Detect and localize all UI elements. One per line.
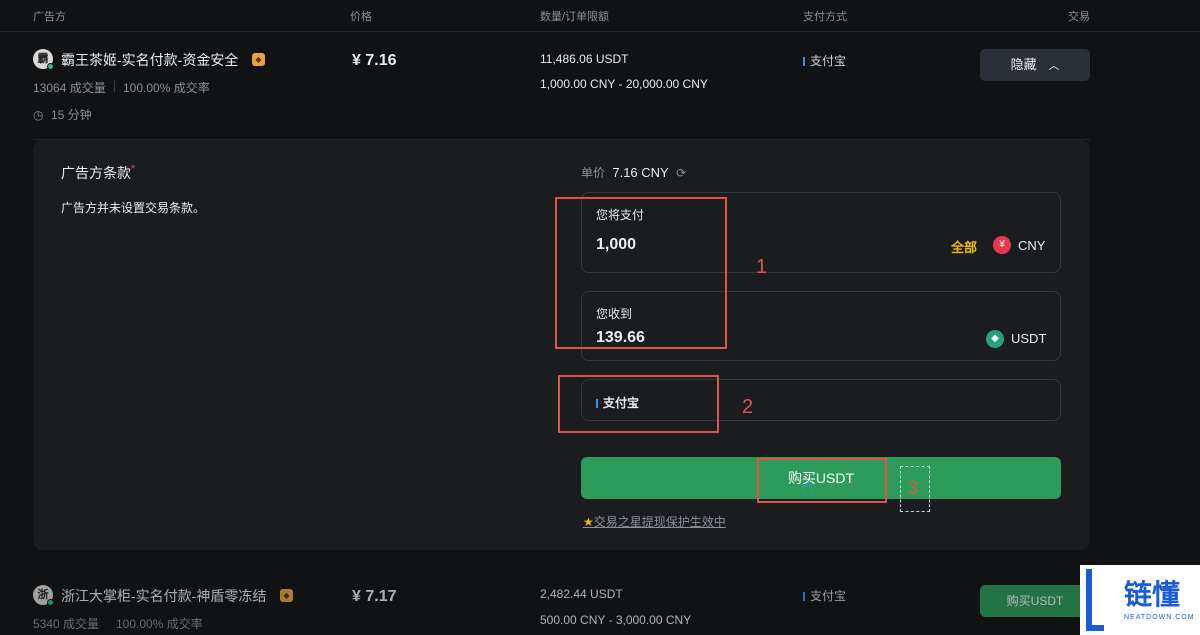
- hand-cursor-icon: ☝: [801, 475, 815, 500]
- pay-currency: CNY: [1018, 238, 1046, 253]
- available-amount: 11,486.06 USDT: [540, 52, 629, 66]
- cny-currency-icon: ¥: [993, 236, 1011, 254]
- payment-method: 支付宝: [803, 52, 846, 69]
- merchant-badge-icon: ◆: [252, 53, 265, 66]
- advertiser-avatar[interactable]: 浙: [33, 585, 54, 606]
- receive-currency: USDT: [1011, 331, 1047, 346]
- col-price: 价格: [350, 11, 372, 23]
- trade-volume: 5340 成交量: [33, 617, 100, 631]
- payment-method: 支付宝: [803, 587, 846, 604]
- clock-icon: ◷: [33, 108, 44, 122]
- completion-rate: 100.00% 成交率: [123, 81, 210, 95]
- refresh-icon[interactable]: ⟳: [676, 166, 686, 180]
- annotation-2: 2: [742, 396, 754, 418]
- all-button[interactable]: 全部: [951, 237, 977, 256]
- hide-button[interactable]: 隐藏 ︿: [980, 49, 1090, 81]
- chevron-up-icon: ︿: [1048, 60, 1060, 72]
- star-icon: ★: [583, 515, 594, 529]
- unit-price: 单价 7.16 CNY ⟳: [581, 165, 687, 180]
- annotation-3: 3: [908, 478, 919, 498]
- buy-usdt-button[interactable]: 购买USDT: [980, 585, 1090, 617]
- col-trade: 交易: [1068, 11, 1090, 23]
- online-indicator: [47, 63, 54, 70]
- divider: [114, 80, 115, 92]
- merchant-badge-icon: ◆: [280, 589, 293, 602]
- usdt-currency-icon: ◆: [986, 330, 1004, 348]
- highlight-box-2: [558, 375, 719, 433]
- terms-title: 广告方条款*: [61, 163, 136, 181]
- table-header: 广告方 价格 数量/订单限额 支付方式 交易: [0, 0, 1200, 32]
- watermark-text: 链懂: [1124, 579, 1181, 610]
- annotation-1: 1: [756, 256, 768, 278]
- col-quantity: 数量/订单限额: [540, 11, 610, 23]
- advertiser-name[interactable]: 浙江大掌柜-实名付款-神盾零冻结: [61, 586, 266, 606]
- protection-note[interactable]: ★交易之星提现保护生效中: [583, 513, 726, 530]
- time-limit: ◷ 15 分钟: [33, 108, 92, 122]
- ad-price: ¥ 7.17: [352, 588, 397, 605]
- col-advertiser: 广告方: [33, 11, 66, 23]
- completion-rate: 100.00% 成交率: [116, 617, 203, 631]
- watermark-logo: 链懂 NEATDOWN.COM: [1080, 565, 1200, 635]
- advertiser-avatar[interactable]: 霸: [33, 49, 54, 70]
- advertiser-name[interactable]: 霸王茶姬-实名付款-资金安全: [61, 50, 238, 70]
- available-amount: 2,482.44 USDT: [540, 587, 623, 601]
- online-indicator: [47, 599, 54, 606]
- watermark-l-shape: [1086, 569, 1104, 631]
- order-limits: 500.00 CNY - 3,000.00 CNY: [540, 613, 692, 627]
- highlight-box-1: [555, 197, 727, 349]
- ad-price: ¥ 7.16: [352, 52, 397, 69]
- watermark-subtext: NEATDOWN.COM: [1124, 614, 1195, 621]
- col-payment: 支付方式: [803, 11, 847, 23]
- trade-volume: 13064 成交量: [33, 81, 106, 95]
- terms-text: 广告方并未设置交易条款。: [61, 201, 206, 215]
- order-limits: 1,000.00 CNY - 20,000.00 CNY: [540, 77, 708, 91]
- highlight-box-3: [757, 458, 887, 503]
